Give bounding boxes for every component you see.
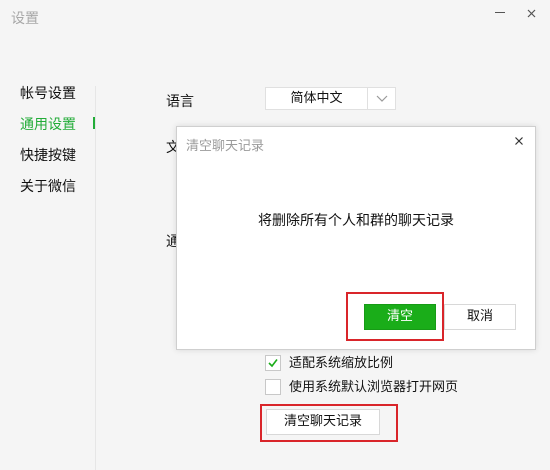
checkmark-icon xyxy=(268,359,278,368)
settings-window: 设置 帐号设置 通用设置 快捷按键 关于微信 语言 简体中文 文 通 适配系统缩… xyxy=(0,0,550,470)
language-label: 语言 xyxy=(166,94,194,110)
dialog-close-button[interactable] xyxy=(512,133,526,147)
minimize-icon xyxy=(495,12,505,13)
close-icon xyxy=(515,137,523,145)
browser-checkbox[interactable] xyxy=(265,379,281,395)
language-select-value: 简体中文 xyxy=(290,91,343,106)
confirm-clear-button[interactable]: 清空 xyxy=(364,304,436,330)
language-select[interactable]: 简体中文 xyxy=(265,87,396,110)
sidebar-item-account[interactable]: 帐号设置 xyxy=(20,83,76,103)
cancel-button[interactable]: 取消 xyxy=(444,304,516,330)
sidebar-divider xyxy=(95,86,96,470)
language-select-dropdown[interactable] xyxy=(367,88,396,109)
scale-checkbox[interactable] xyxy=(265,355,281,371)
minimize-button[interactable] xyxy=(489,0,511,26)
window-title: 设置 xyxy=(11,11,39,27)
dialog-title: 清空聊天记录 xyxy=(186,139,265,154)
sidebar-item-general[interactable]: 通用设置 xyxy=(20,114,76,134)
clear-chat-history-button[interactable]: 清空聊天记录 xyxy=(266,409,380,435)
sidebar-item-shortcuts[interactable]: 快捷按键 xyxy=(20,145,76,165)
chevron-down-icon xyxy=(376,95,388,102)
close-window-button[interactable] xyxy=(521,2,543,24)
scale-option-label: 适配系统缩放比例 xyxy=(289,356,394,371)
sidebar-item-about[interactable]: 关于微信 xyxy=(20,176,76,196)
dialog-message: 将删除所有个人和群的聊天记录 xyxy=(258,213,454,229)
browser-option-label: 使用系统默认浏览器打开网页 xyxy=(289,380,459,395)
close-icon xyxy=(527,9,536,18)
clear-history-dialog: 清空聊天记录 将删除所有个人和群的聊天记录 清空 取消 xyxy=(176,126,536,350)
